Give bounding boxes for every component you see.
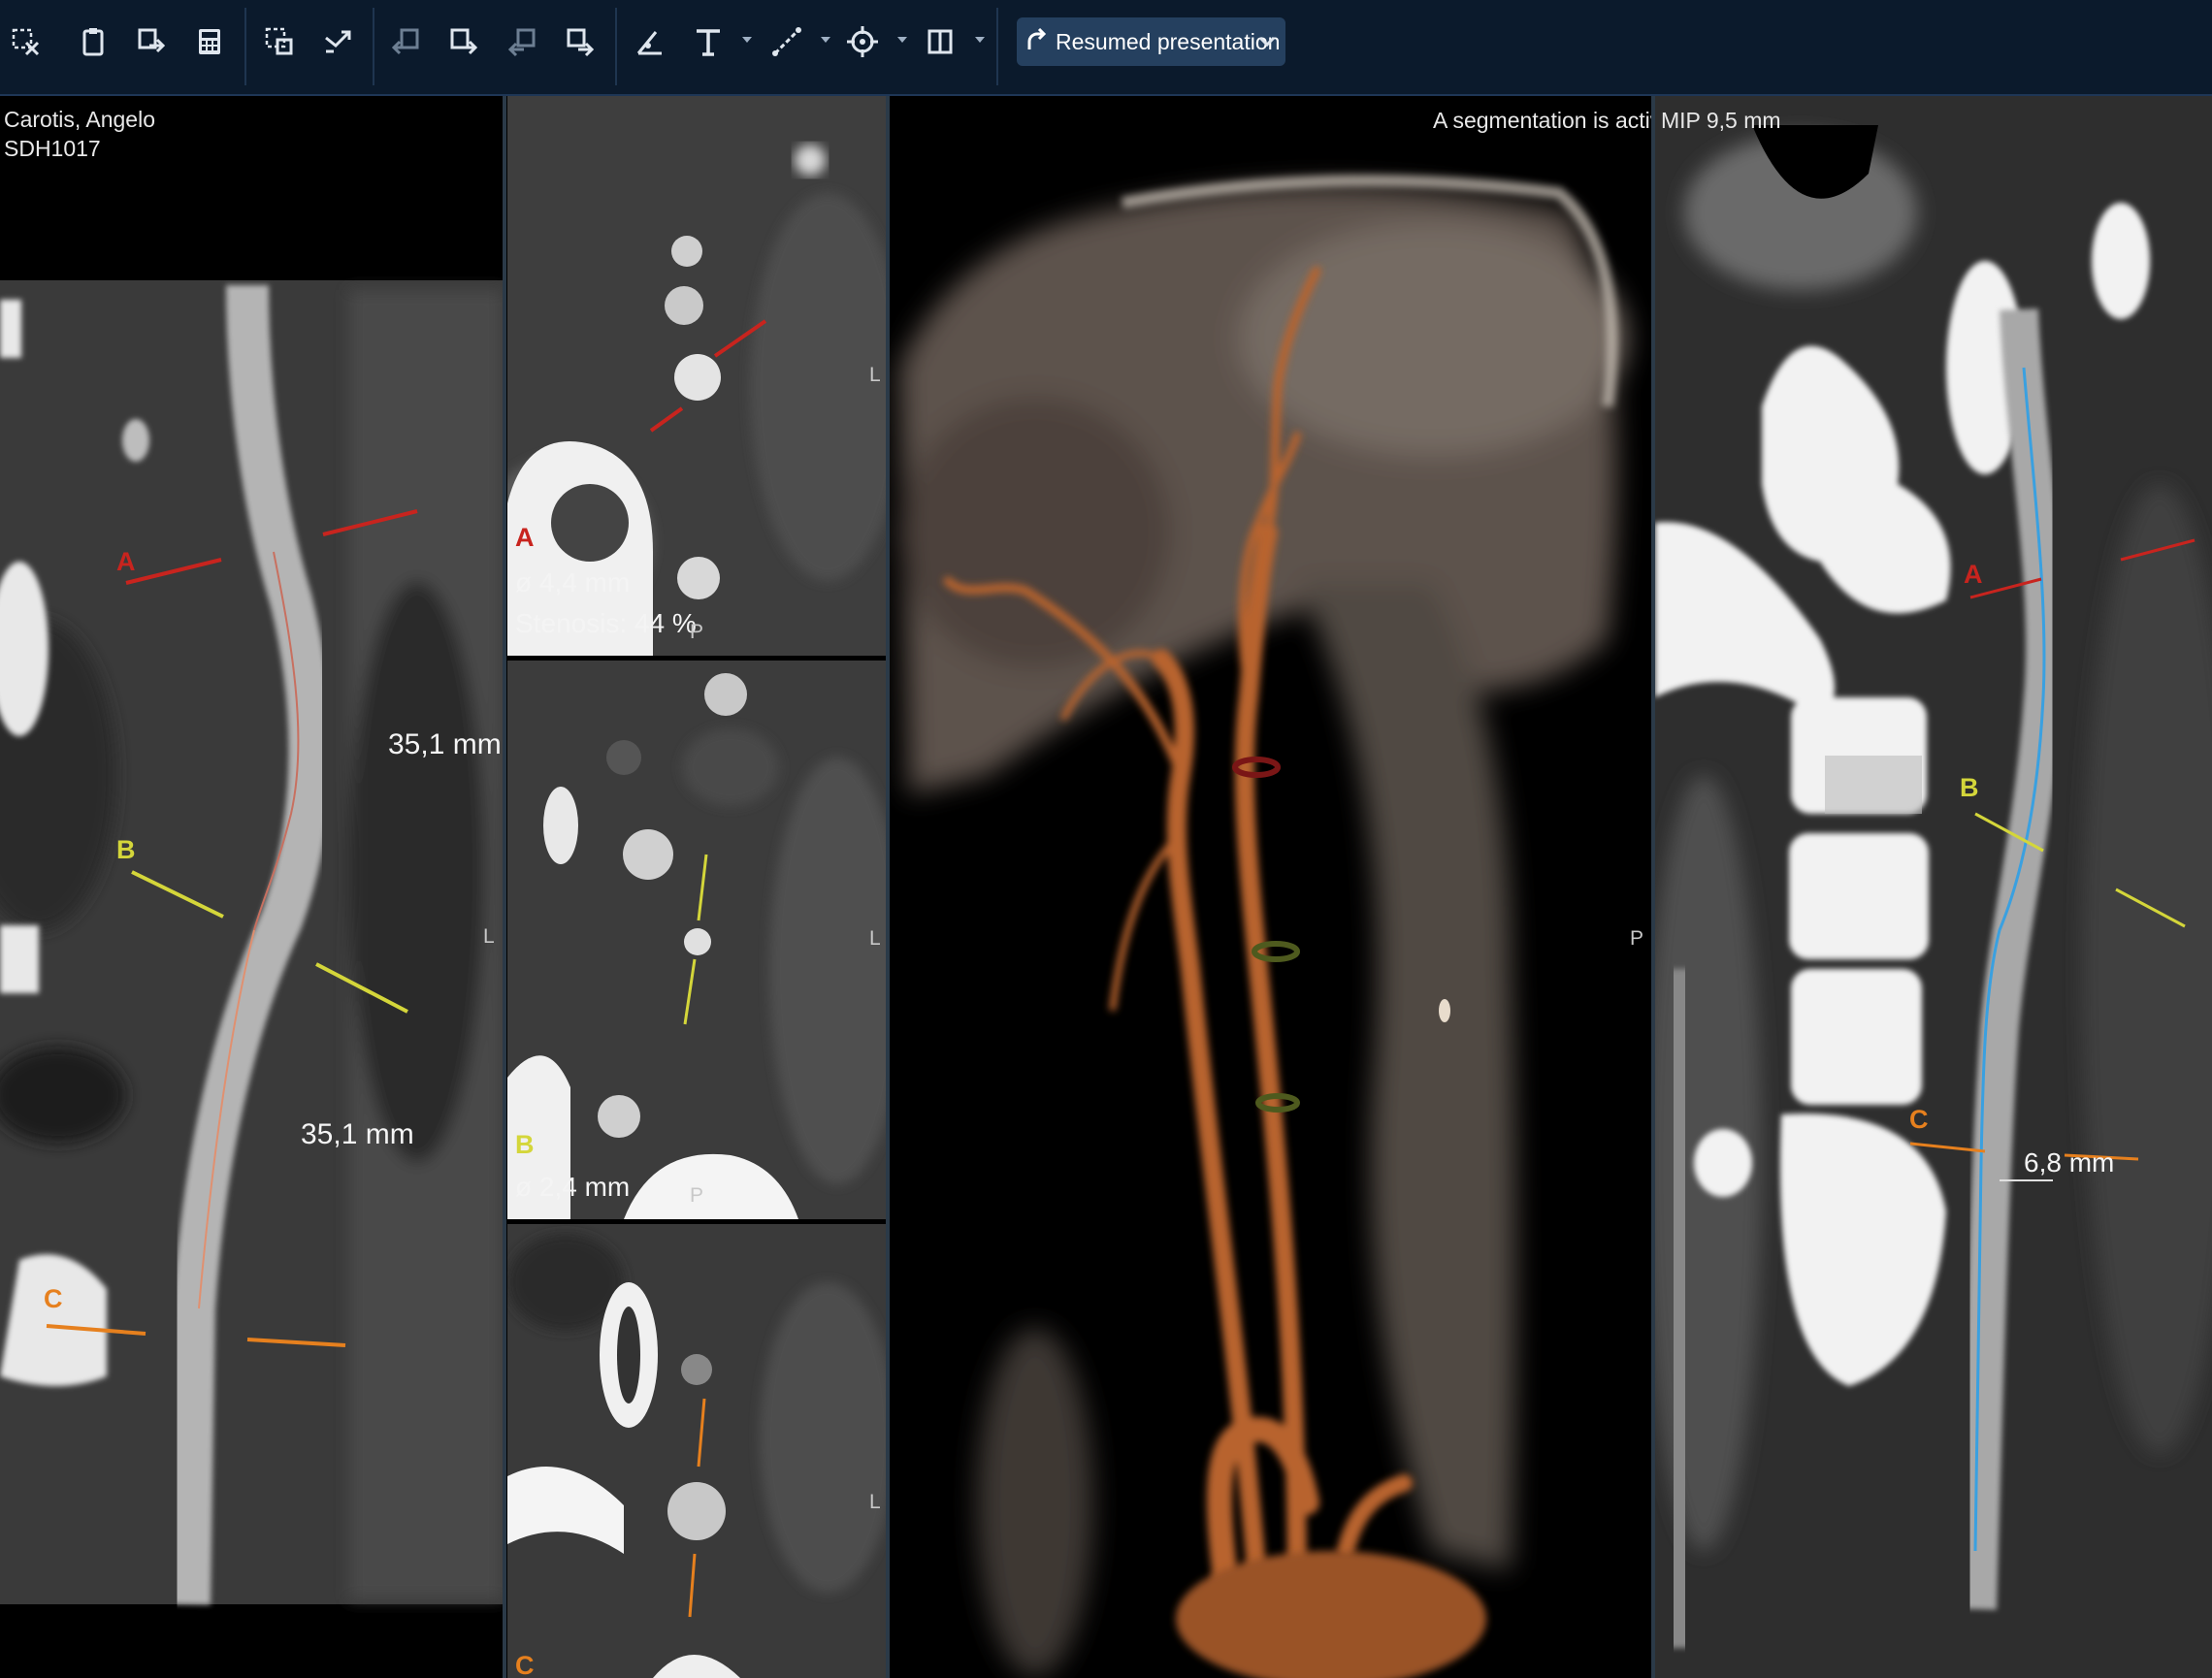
chevron-down-icon (1256, 30, 1278, 56)
marker-b: B (1960, 773, 1979, 802)
marker-a: A (116, 547, 136, 576)
crosshair-dropdown-caret[interactable] (897, 37, 907, 43)
orientation-right: L (869, 1491, 881, 1513)
line-tool-icon[interactable] (764, 19, 809, 64)
export-icon[interactable] (129, 19, 174, 64)
curved-reformat-image (0, 280, 503, 1605)
patient-id: SDH1017 (4, 136, 101, 161)
marker-c: C (1909, 1105, 1929, 1134)
prev-series-icon[interactable] (383, 19, 428, 64)
diameter-b: ø 2,4 mm (515, 1172, 631, 1202)
presentation-dropdown[interactable]: Resumed presentation (1017, 17, 1285, 66)
marker-a: A (515, 523, 535, 552)
marker-c: C (515, 1651, 535, 1678)
measure-angle-icon[interactable] (628, 19, 672, 64)
prev-image-icon[interactable] (500, 19, 544, 64)
length-measurement-lower: 35,1 mm (301, 1118, 414, 1150)
close-selection-icon[interactable] (4, 19, 49, 64)
cross-section-b-viewport[interactable]: B ø 2,4 mm L P (507, 661, 886, 1219)
diameter-measurement: 6,8 mm (2024, 1147, 2115, 1178)
resume-icon (1025, 27, 1050, 58)
layout-icon[interactable] (918, 19, 962, 64)
segmentation-status: A segmentation is active (1433, 108, 1651, 133)
presentation-label: Resumed presentation (1056, 29, 1281, 54)
calculator-icon[interactable] (187, 19, 232, 64)
cross-section-c-viewport[interactable]: C L (507, 1224, 886, 1678)
viewport-divider[interactable] (503, 96, 506, 1678)
orientation-label: L (483, 925, 495, 948)
clipboard-icon[interactable] (71, 19, 115, 64)
orientation-right: L (869, 927, 881, 950)
curved-reformat-viewport[interactable]: Carotis, Angelo SDH1017 A B C 35,1 mm 35… (0, 96, 503, 1678)
main-toolbar: Resumed presentation (0, 0, 2212, 96)
crosshair-icon[interactable] (840, 19, 885, 64)
marker-a: A (1964, 560, 1983, 589)
mip-viewport[interactable]: MIP 9,5 mm A B C 6,8 mm (1655, 96, 2212, 1678)
cross-section-b-image (507, 661, 886, 1219)
cross-section-a-viewport[interactable]: A ø 4,4 mm Stenosis: 44 % L P (507, 96, 886, 656)
volume-rendering-viewport[interactable]: A segmentation is active P (890, 96, 1651, 1678)
stenosis-value: Stenosis: 44 % (515, 608, 697, 638)
flip-icon[interactable] (315, 19, 360, 64)
volume-rendering-image (899, 175, 1627, 1678)
marker-b: B (515, 1130, 535, 1159)
mip-image (1655, 96, 2212, 1678)
marker-c: C (44, 1284, 63, 1313)
marker-b: B (116, 835, 136, 864)
select-region-icon[interactable] (257, 19, 302, 64)
patient-name: Carotis, Angelo (4, 107, 155, 132)
cross-section-c-image (507, 1224, 886, 1678)
next-series-icon[interactable] (441, 19, 486, 64)
orientation-label: P (1630, 927, 1644, 950)
next-image-icon[interactable] (558, 19, 602, 64)
orientation-right: L (869, 364, 881, 386)
diameter-a: ø 4,4 mm (515, 567, 631, 597)
orientation-bottom: P (690, 621, 704, 643)
text-dropdown-caret[interactable] (742, 37, 752, 43)
line-dropdown-caret[interactable] (821, 37, 830, 43)
text-icon[interactable] (686, 19, 731, 64)
mip-thickness-label: MIP 9,5 mm (1661, 108, 1781, 133)
layout-dropdown-caret[interactable] (975, 37, 985, 43)
orientation-bottom: P (690, 1184, 704, 1207)
length-measurement-upper: 35,1 mm (388, 728, 502, 760)
